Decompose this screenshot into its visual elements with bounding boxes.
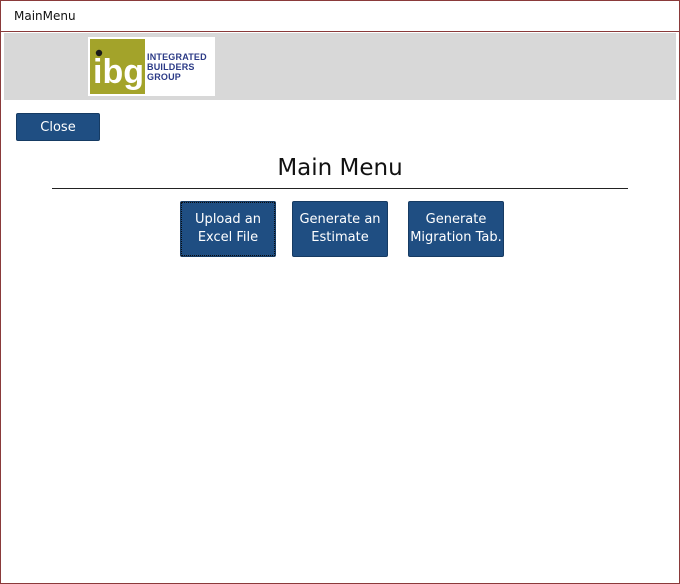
svg-text:ibg: ibg: [93, 53, 144, 91]
logo-line-2: BUILDERS: [147, 61, 195, 72]
upload-excel-file-button[interactable]: Upload an Excel File: [180, 201, 276, 257]
company-logo: ibg INTEGRATED BUILDERS GROUP: [88, 37, 215, 96]
button-label-line-1: Generate an: [299, 212, 381, 227]
title-bar: MainMenu: [1, 1, 679, 32]
logo-line-1: INTEGRATED: [147, 51, 207, 62]
button-label-line-2: Excel File: [197, 230, 259, 245]
button-label-line-1: Upload an: [195, 212, 261, 227]
window-title: MainMenu: [14, 9, 76, 23]
page-title: Main Menu: [277, 155, 403, 181]
ibg-logo-icon: ibg: [90, 39, 145, 94]
generate-estimate-button[interactable]: Generate an Estimate: [292, 201, 388, 257]
button-label-line-2: Migration Tab.: [410, 230, 502, 245]
button-label-line-2: Estimate: [311, 230, 369, 245]
logo-line-3: GROUP: [147, 71, 182, 82]
title-divider: [52, 188, 628, 189]
button-label-line-1: Generate: [425, 212, 487, 227]
header-band: ibg INTEGRATED BUILDERS GROUP: [4, 33, 676, 100]
logo-mark: ibg: [90, 39, 145, 94]
close-button[interactable]: Close: [16, 113, 100, 141]
main-menu-window: MainMenu ibg INTEGRATED BUILDERS GROUP C…: [0, 0, 680, 584]
generate-migration-tab-button[interactable]: Generate Migration Tab.: [408, 201, 504, 257]
logo-wordmark: INTEGRATED BUILDERS GROUP: [147, 52, 207, 82]
